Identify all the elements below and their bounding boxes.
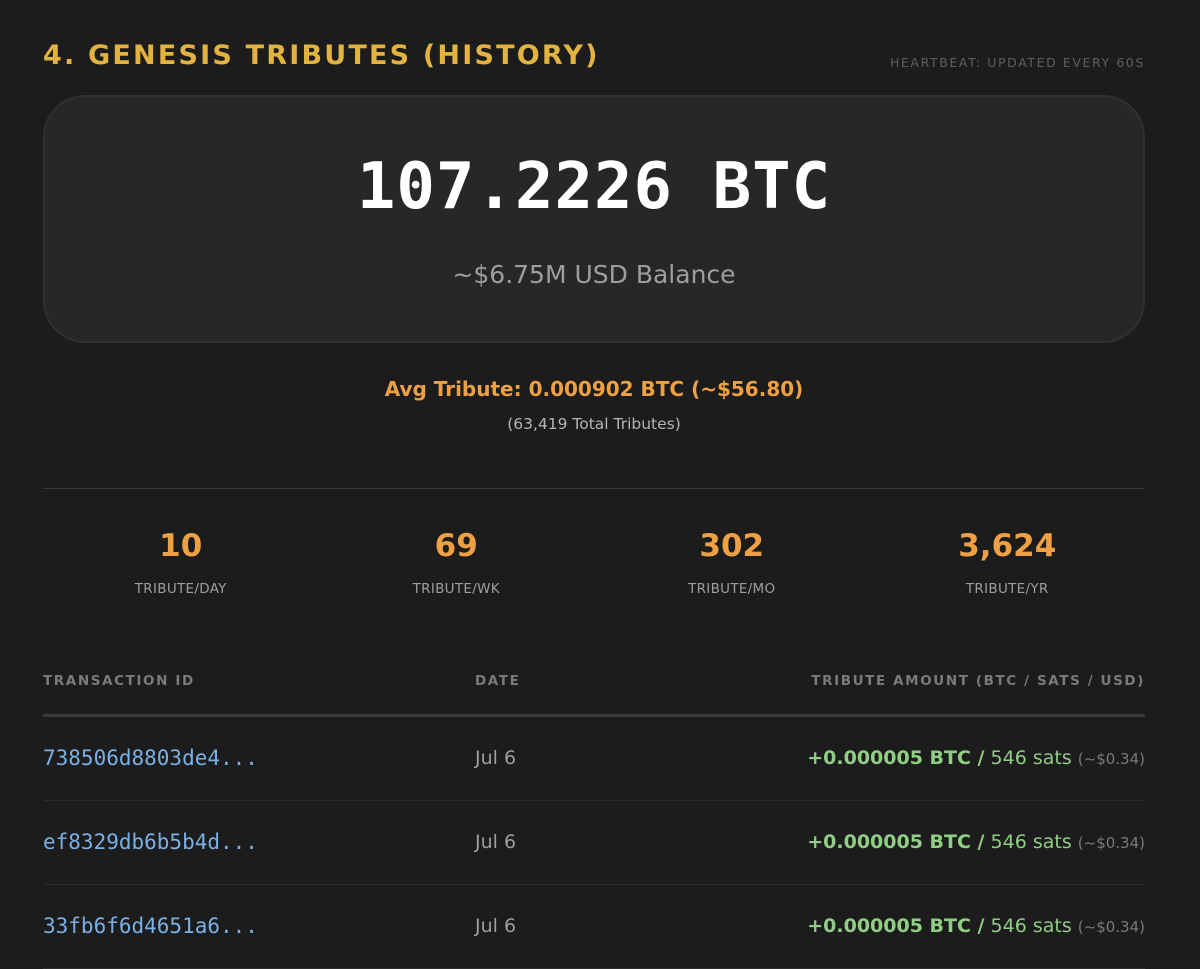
section-title: 4. GENESIS TRIBUTES (HISTORY) [43,40,600,71]
column-header-transaction-id: TRANSACTION ID [43,673,195,689]
stat-label: TRIBUTE/DAY [134,581,227,598]
tribute-amount: +0.000005 BTC / 546 sats (~$0.34) [807,747,1145,769]
transaction-date: Jul 6 [475,915,517,937]
balance-btc: 107.2226 BTC [356,150,832,224]
stat-value: 302 [699,528,765,564]
transaction-id-link[interactable]: 33fb6f6d4651a6... [43,914,258,938]
stat-month: 302 TRIBUTE/MO [594,528,870,597]
balance-usd: ~$6.75M USD Balance [452,260,736,289]
column-header-tribute-amount: TRIBUTE AMOUNT (BTC / SATS / USD) [811,673,1145,689]
average-tribute-line: Avg Tribute: 0.000902 BTC (~$56.80) [384,377,804,401]
stat-label: TRIBUTE/MO [688,581,776,598]
divider [43,488,1145,489]
stat-value: 69 [434,528,478,564]
amount-sats: 546 sats [990,831,1072,853]
balance-card: 107.2226 BTC ~$6.75M USD Balance [43,95,1145,343]
transaction-id-link[interactable]: ef8329db6b5b4d... [43,830,258,854]
total-tributes: (63,419 Total Tributes) [507,415,681,433]
table-row: 738506d8803de4... Jul 6 +0.000005 BTC / … [43,717,1145,801]
stat-label: TRIBUTE/WK [412,581,500,598]
transaction-id-link[interactable]: 738506d8803de4... [43,746,258,770]
average-tribute: Avg Tribute: 0.000902 BTC (~$56.80) (63,… [43,377,1145,433]
table-header: TRANSACTION ID DATE TRIBUTE AMOUNT (BTC … [43,668,1145,717]
heartbeat-status: HEARTBEAT: UPDATED EVERY 60S [889,55,1145,70]
tribute-amount: +0.000005 BTC / 546 sats (~$0.34) [807,831,1145,853]
stat-value: 3,624 [958,528,1057,564]
amount-sats: 546 sats [990,915,1072,937]
stat-value: 10 [159,528,203,564]
transaction-date: Jul 6 [475,831,517,853]
transaction-date: Jul 6 [475,747,517,769]
stat-week: 69 TRIBUTE/WK [319,528,595,597]
table-row: ef8329db6b5b4d... Jul 6 +0.000005 BTC / … [43,801,1145,885]
amount-sats: 546 sats [990,747,1072,769]
amount-usd: (~$0.34) [1077,834,1145,852]
amount-btc: +0.000005 BTC / [807,747,985,769]
stat-label: TRIBUTE/YR [965,581,1049,598]
amount-usd: (~$0.34) [1077,918,1145,936]
tribute-amount: +0.000005 BTC / 546 sats (~$0.34) [807,915,1145,937]
stat-day: 10 TRIBUTE/DAY [43,528,319,597]
genesis-tributes-section: 4. GENESIS TRIBUTES (HISTORY) HEARTBEAT:… [43,0,1145,969]
stat-year: 3,624 TRIBUTE/YR [870,528,1146,597]
tribute-rate-stats: 10 TRIBUTE/DAY 69 TRIBUTE/WK 302 TRIBUTE… [43,528,1145,597]
amount-usd: (~$0.34) [1077,750,1145,768]
column-header-date: DATE [475,673,521,689]
amount-btc: +0.000005 BTC / [807,915,985,937]
tributes-table: TRANSACTION ID DATE TRIBUTE AMOUNT (BTC … [43,668,1145,969]
table-row: 33fb6f6d4651a6... Jul 6 +0.000005 BTC / … [43,885,1145,969]
amount-btc: +0.000005 BTC / [807,831,985,853]
